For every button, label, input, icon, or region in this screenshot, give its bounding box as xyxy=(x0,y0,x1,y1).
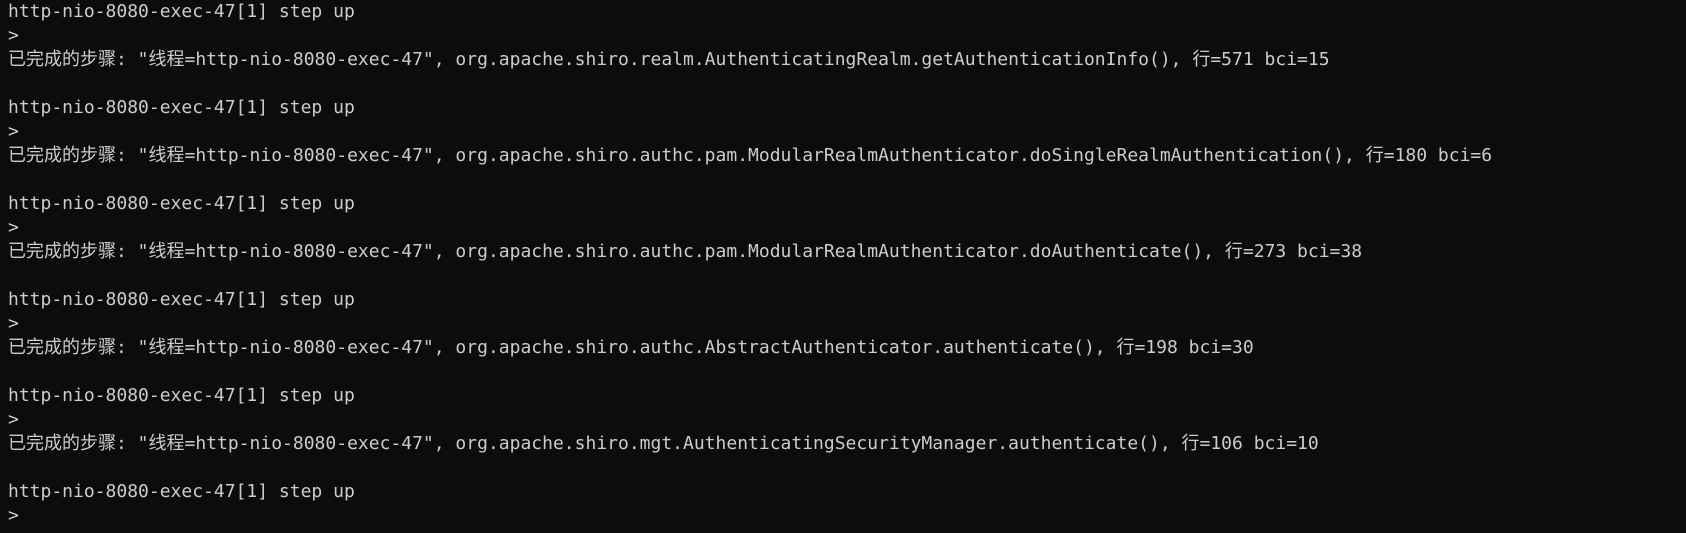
command-line: http-nio-8080-exec-47[1] step up xyxy=(8,1,355,22)
prompt-line: > xyxy=(8,121,19,142)
output-line: 已完成的步骤: "线程=http-nio-8080-exec-47", org.… xyxy=(8,337,1254,358)
prompt-line: > xyxy=(8,409,19,430)
output-line: 已完成的步骤: "线程=http-nio-8080-exec-47", org.… xyxy=(8,145,1493,166)
output-line: 已完成的步骤: "线程=http-nio-8080-exec-47", org.… xyxy=(8,241,1363,262)
output-line: 已完成的步骤: "线程=http-nio-8080-exec-47", org.… xyxy=(8,49,1330,70)
command-line: http-nio-8080-exec-47[1] step up xyxy=(8,481,355,502)
command-line: http-nio-8080-exec-47[1] step up xyxy=(8,193,355,214)
input-prompt[interactable]: > xyxy=(8,504,1686,528)
command-line: http-nio-8080-exec-47[1] step up xyxy=(8,97,355,118)
terminal-window[interactable]: http-nio-8080-exec-47[1] step up > 已完成的步… xyxy=(0,0,1686,533)
prompt-line: > xyxy=(8,25,19,46)
prompt-line: > xyxy=(8,313,19,334)
command-line: http-nio-8080-exec-47[1] step up xyxy=(8,289,355,310)
prompt-line: > xyxy=(8,217,19,238)
output-line: 已完成的步骤: "线程=http-nio-8080-exec-47", org.… xyxy=(8,433,1319,454)
command-line: http-nio-8080-exec-47[1] step up xyxy=(8,385,355,406)
